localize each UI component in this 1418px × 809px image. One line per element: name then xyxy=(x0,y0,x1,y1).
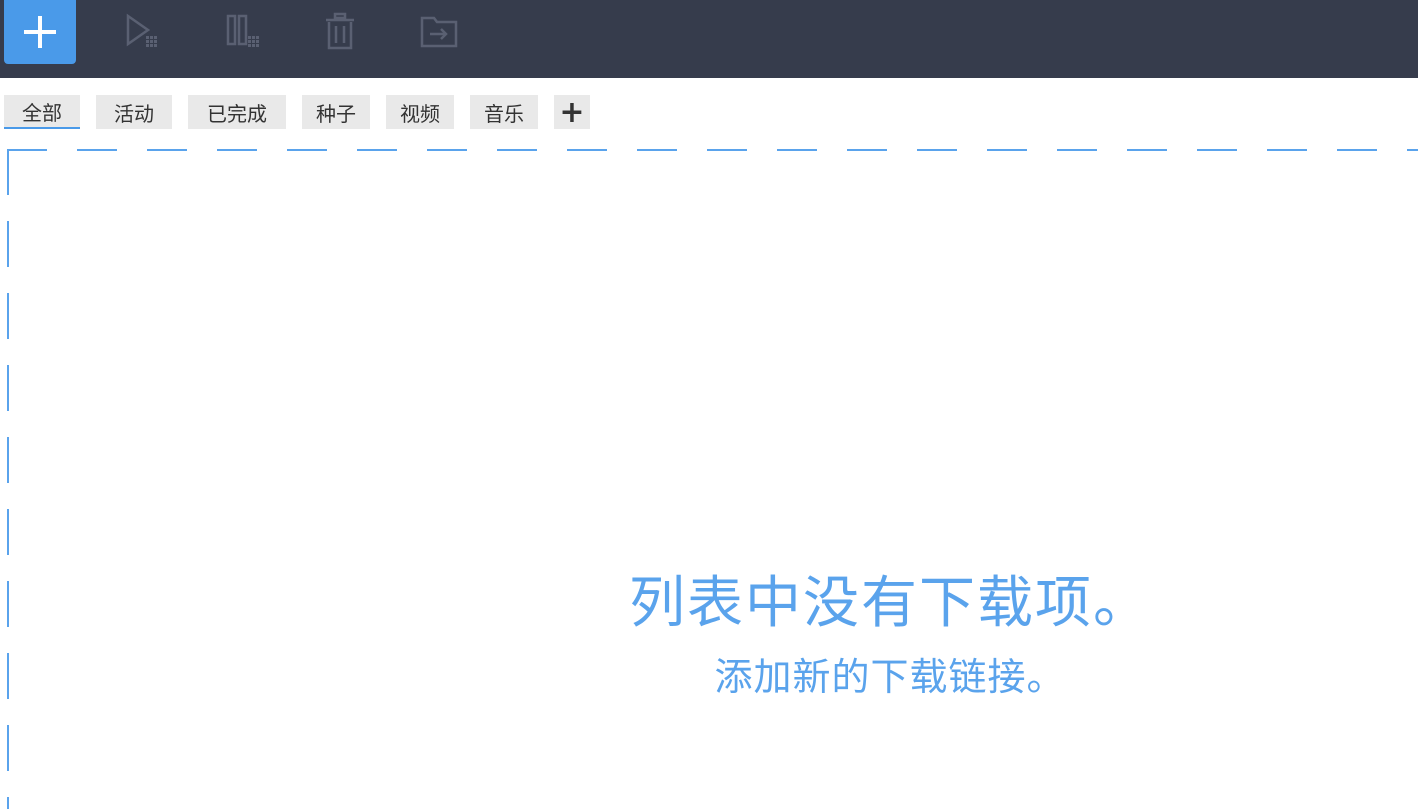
pause-grid-icon xyxy=(226,14,259,47)
empty-list-subtitle: 添加新的下载链接。 xyxy=(714,655,1066,699)
add-download-button[interactable] xyxy=(4,0,76,64)
dashed-border xyxy=(7,149,1418,809)
play-grid-icon xyxy=(126,13,157,47)
delete-button[interactable] xyxy=(304,0,376,64)
empty-list-title: 列表中没有下载项。 xyxy=(629,571,1151,636)
add-tab-button[interactable]: + xyxy=(554,95,590,130)
tab-torrents[interactable]: 种子 xyxy=(302,95,370,129)
category-tabs: 全部 活动 已完成 种子 视频 音乐 + xyxy=(0,95,1418,131)
toolbar xyxy=(0,0,1418,78)
tab-active[interactable]: 活动 xyxy=(96,95,172,129)
resume-all-button[interactable] xyxy=(106,0,178,64)
folder-arrow-icon xyxy=(420,16,458,48)
tab-completed[interactable]: 已完成 xyxy=(188,95,286,129)
tab-music[interactable]: 音乐 xyxy=(470,95,538,129)
pause-all-button[interactable] xyxy=(206,0,278,64)
plus-icon xyxy=(24,16,56,48)
tab-all[interactable]: 全部 xyxy=(4,95,80,129)
open-folder-button[interactable] xyxy=(404,0,476,64)
trash-icon xyxy=(326,12,354,50)
tab-videos[interactable]: 视频 xyxy=(386,95,454,129)
download-list-dropzone[interactable] xyxy=(7,149,1418,809)
